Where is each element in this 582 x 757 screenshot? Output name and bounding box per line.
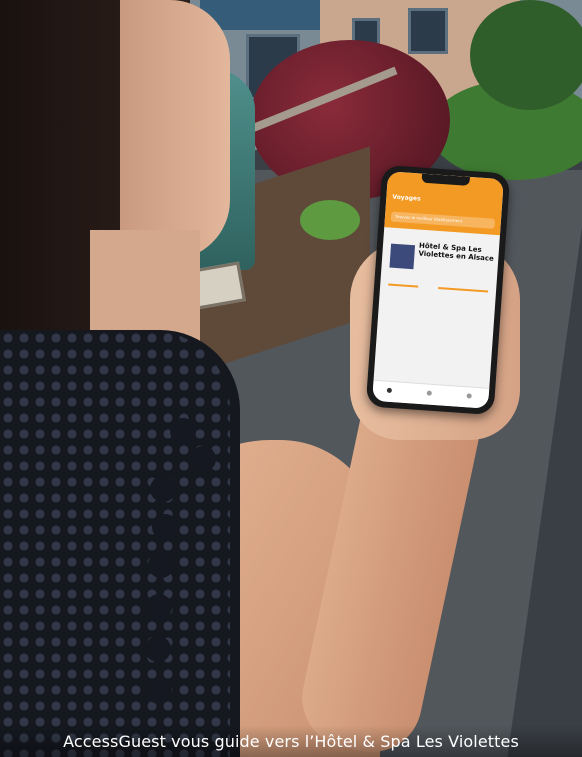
pompom (152, 514, 178, 540)
pompom (148, 552, 174, 578)
pompom (150, 476, 176, 502)
tab-icon (426, 390, 432, 396)
photo-caption: AccessGuest vous guide vers l’Hôtel & Sp… (0, 725, 582, 757)
pompom (145, 636, 171, 662)
tab-icon (386, 387, 393, 394)
smartphone: Voyages Trouvez le meilleur établissemen… (365, 164, 511, 416)
shrub (300, 200, 360, 240)
progress-segment (438, 287, 489, 293)
pompom (170, 418, 196, 444)
progress-segment (388, 283, 419, 288)
face (120, 0, 230, 260)
hotel-thumbnail (389, 243, 416, 270)
tab-bar (372, 379, 490, 409)
phone-screen: Voyages Trouvez le meilleur établissemen… (372, 171, 504, 409)
window (408, 8, 448, 54)
hotel-card-title: Hôtel & Spa Les Violettes en Alsace (418, 241, 495, 263)
tab-icon (466, 393, 472, 399)
pompom (146, 678, 172, 704)
caption-text: AccessGuest vous guide vers l’Hôtel & Sp… (63, 731, 519, 751)
pompom (146, 594, 172, 620)
photo: Voyages Trouvez le meilleur établissemen… (0, 0, 582, 757)
green-bush (470, 0, 582, 110)
card-progress-row (388, 282, 489, 295)
pompom (190, 446, 216, 472)
top-pattern (0, 330, 230, 757)
